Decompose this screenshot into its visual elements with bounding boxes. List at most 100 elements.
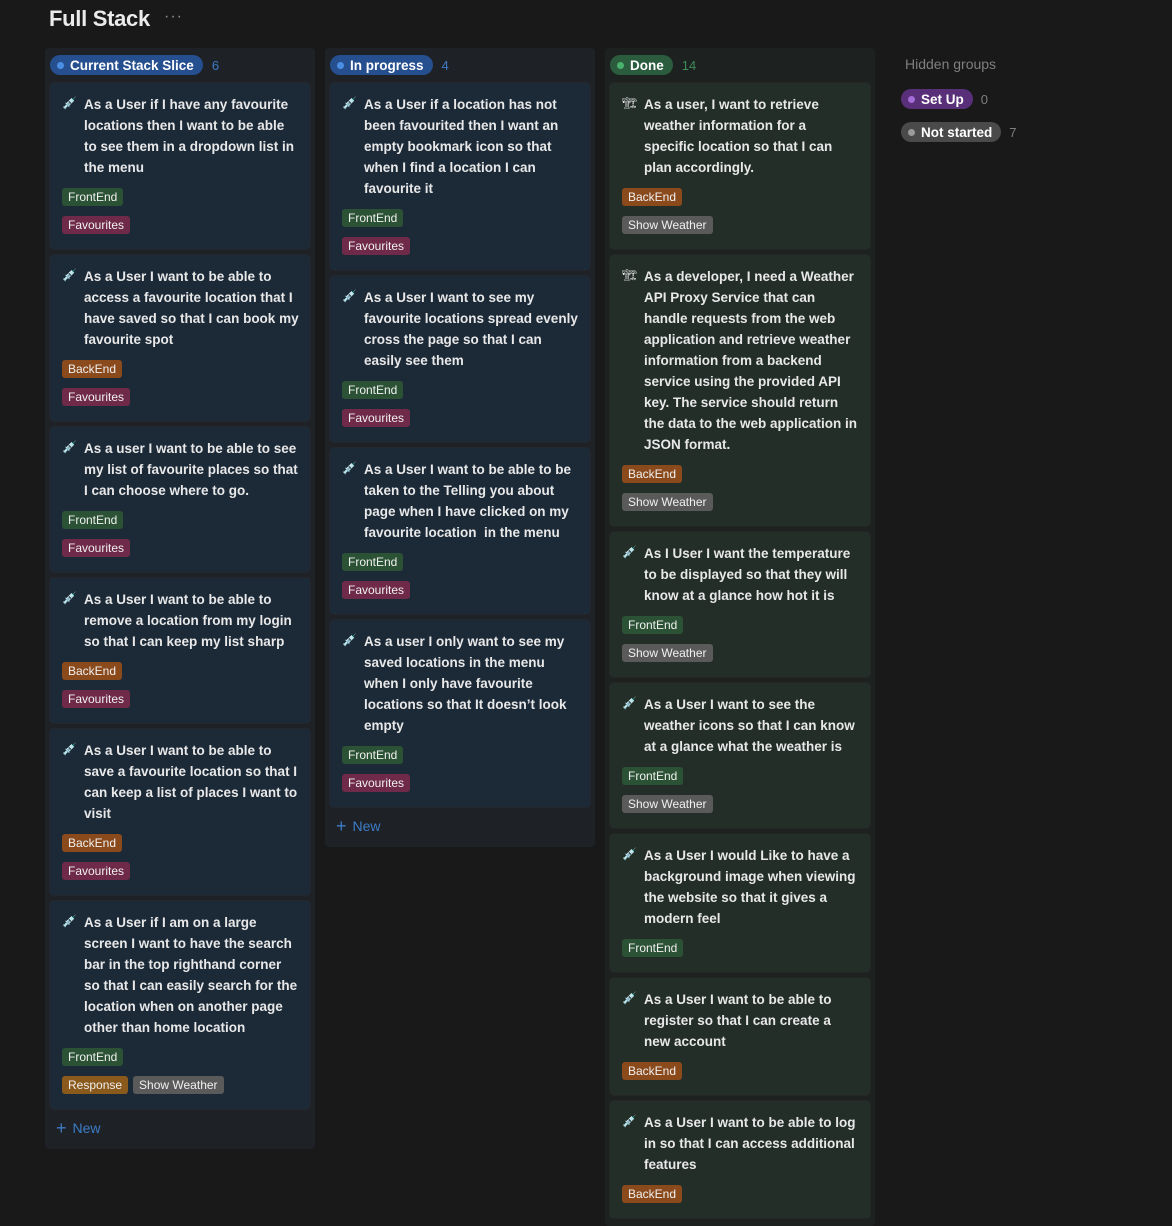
card-title: 🏗 As a developer, I need a Weather API Pr… [622, 266, 859, 455]
hidden-group-not-started[interactable]: Not started 7 [901, 122, 1101, 142]
card-tags: FrontEnd Favourites [62, 511, 299, 567]
story-card[interactable]: 💉 As a User I want to see the weather ico… [610, 683, 870, 828]
new-card-button[interactable]: + New [330, 813, 590, 839]
card-text: As a user, I want to retrieve weather in… [644, 97, 837, 175]
column-header: Current Stack Slice 6 [50, 52, 310, 78]
board-title: Full Stack [49, 6, 150, 31]
tag-row: FrontEnd [62, 1048, 299, 1066]
card-text: As a developer, I need a Weather API Pro… [644, 269, 861, 452]
status-label: Set Up [921, 91, 964, 107]
card-title: 💉 As a user I want to be able to see my l… [62, 438, 299, 501]
card-text: As a User I want to be able to be taken … [364, 462, 575, 540]
tag-backend: BackEnd [622, 465, 683, 483]
tag-backend: BackEnd [62, 834, 123, 852]
card-text: As a User I want to see the weather icon… [644, 697, 859, 754]
tag-favourites: Favourites [62, 862, 131, 880]
tag-row: Favourites [62, 388, 299, 406]
story-card[interactable]: 💉 As a User I want to see my favourite lo… [330, 276, 590, 442]
tag-favourites: Favourites [62, 216, 131, 234]
tag-frontend: FrontEnd [342, 746, 404, 764]
hidden-group-set-up[interactable]: Set Up 0 [901, 89, 1101, 109]
story-card[interactable]: 💉 As a user I only want to see my saved l… [330, 620, 590, 807]
syringe-icon: 💉 [342, 289, 357, 303]
tag-show-weather: Show Weather [622, 216, 713, 234]
story-card[interactable]: 💉 As a User I want to be able to save a f… [50, 729, 310, 895]
story-card[interactable]: 💉 As I User I want the temperature to be … [610, 532, 870, 677]
card-text: As a User if I have any favourite locati… [84, 97, 298, 175]
column-count: 4 [441, 57, 449, 73]
card-tags: BackEnd Show Weather [622, 465, 859, 521]
story-card[interactable]: 🏗 As a user, I want to retrieve weather i… [610, 83, 870, 249]
card-tags: BackEnd Favourites [62, 360, 299, 416]
story-card[interactable]: 💉 As a User if a location has not been fa… [330, 83, 590, 270]
tag-row: Show Weather [622, 216, 859, 234]
plus-icon: + [336, 815, 347, 836]
card-title: 💉 As a User I want to see my favourite lo… [342, 287, 579, 371]
story-card[interactable]: 💉 As a User I want to be able to register… [610, 978, 870, 1095]
tag-row: FrontEnd [622, 616, 859, 634]
story-card[interactable]: 💉 As a User if I have any favourite locat… [50, 83, 310, 249]
tag-favourites: Favourites [342, 581, 411, 599]
status-dot-icon [57, 61, 64, 69]
tag-row: BackEnd [622, 1062, 859, 1080]
story-card[interactable]: 💉 As a User I would Like to have a backgr… [610, 834, 870, 972]
tag-row: BackEnd [622, 188, 859, 206]
card-title: 💉 As a User I want to see the weather ico… [622, 694, 859, 757]
card-tags: FrontEnd Show Weather [622, 616, 859, 672]
card-title: 💉 As a User if I have any favourite locat… [62, 94, 299, 178]
card-text: As a User I want to be able to register … [644, 992, 836, 1049]
status-label: Done [630, 57, 664, 73]
card-text: As a User I want to see my favourite loc… [364, 290, 582, 368]
tag-backend: BackEnd [622, 1062, 683, 1080]
status-pill[interactable]: In progress [330, 55, 433, 75]
ellipsis-icon[interactable]: ··· [164, 8, 183, 26]
card-tags: BackEnd [622, 1185, 859, 1213]
story-card[interactable]: 💉 As a User I want to be able to log in s… [610, 1101, 870, 1218]
story-card[interactable]: 💉 As a User I want to be able to access a… [50, 255, 310, 421]
card-title: 💉 As a User I want to be able to register… [622, 989, 859, 1052]
status-pill[interactable]: Done [610, 55, 673, 75]
card-text: As a User I want to be able to remove a … [84, 592, 296, 649]
card-title: 💉 As a User I want to be able to access a… [62, 266, 299, 350]
status-pill[interactable]: Set Up [901, 89, 973, 109]
hidden-groups-title: Hidden groups [905, 56, 997, 72]
story-card[interactable]: 🏗 As a developer, I need a Weather API Pr… [610, 255, 870, 526]
story-card[interactable]: 💉 As a user I want to be able to see my l… [50, 427, 310, 572]
status-pill[interactable]: Current Stack Slice [50, 55, 203, 75]
column-in-progress: In progress 4 💉 As a User if a location has… [325, 48, 595, 847]
story-card[interactable]: 💉 As a User if I am on a large screen I w… [50, 901, 310, 1109]
syringe-icon: 💉 [62, 914, 77, 928]
card-tags: BackEnd Show Weather [622, 188, 859, 244]
tag-backend: BackEnd [62, 360, 123, 378]
tag-row: FrontEnd [62, 188, 299, 206]
status-dot-icon [908, 95, 915, 103]
status-dot-icon [617, 61, 624, 69]
tag-row: BackEnd [62, 662, 299, 680]
story-card[interactable]: 💉 As a User I want to be able to remove a… [50, 578, 310, 723]
card-text: As a User I would Like to have a backgro… [644, 848, 860, 926]
tag-row: Favourites [62, 862, 299, 880]
tag-frontend: FrontEnd [342, 209, 404, 227]
column-count: 6 [211, 57, 220, 73]
syringe-icon: 💉 [62, 96, 77, 110]
new-card-button[interactable]: + New [50, 1115, 310, 1141]
card-tags: BackEnd Favourites [62, 834, 299, 890]
column-header: In progress 4 [330, 52, 590, 78]
tag-row: Show Weather [622, 795, 859, 813]
construction-crane-icon: 🏗 [622, 268, 638, 282]
status-dot-icon [908, 128, 915, 136]
syringe-icon: 💉 [622, 696, 637, 710]
card-tags: FrontEnd Response Show Weather [62, 1048, 299, 1104]
new-card-label: New [72, 1120, 101, 1136]
tag-show-weather: Show Weather [622, 493, 713, 511]
story-card[interactable]: 💉 As a User I want to be able to be taken… [330, 448, 590, 614]
status-pill[interactable]: Not started [901, 122, 1002, 142]
construction-crane-icon: 🏗 [622, 96, 638, 110]
tag-frontend: FrontEnd [342, 381, 404, 399]
tag-show-weather: Show Weather [622, 795, 713, 813]
syringe-icon: 💉 [622, 545, 637, 559]
card-title: 💉 As I User I want the temperature to be … [622, 543, 859, 606]
syringe-icon: 💉 [62, 440, 77, 454]
tag-row: FrontEnd [342, 209, 579, 227]
tag-show-weather: Show Weather [133, 1076, 224, 1094]
